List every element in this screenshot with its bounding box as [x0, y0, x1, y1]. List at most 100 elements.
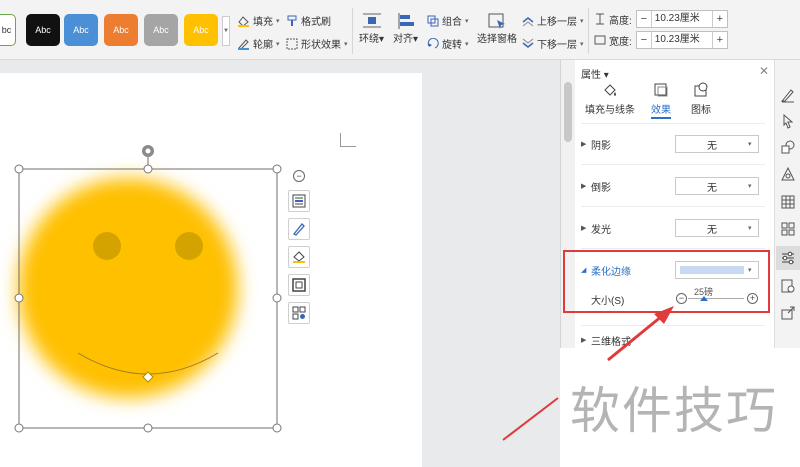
- shadow-label: 阴影: [591, 140, 611, 152]
- format-painter-label: 格式刷: [301, 17, 331, 28]
- close-icon[interactable]: ✕: [759, 64, 769, 78]
- height-decrease-button[interactable]: −: [637, 11, 651, 27]
- height-stepper[interactable]: − 10.23厘米 +: [635, 10, 728, 28]
- frame-quick-button[interactable]: [288, 274, 310, 296]
- design-icon[interactable]: [780, 166, 796, 182]
- frame-icon: [292, 278, 306, 292]
- width-decrease-button[interactable]: −: [637, 32, 651, 48]
- share-icon[interactable]: [780, 305, 796, 321]
- shape-style-swatch[interactable]: Abc: [184, 14, 218, 46]
- bring-forward-icon: [522, 16, 534, 26]
- outline-button[interactable]: 轮廓 ▾: [237, 36, 280, 51]
- bring-forward-button[interactable]: 上移一层 ▾: [522, 13, 584, 28]
- glow-value: 无: [707, 224, 717, 236]
- layout-options-icon: [292, 194, 306, 208]
- shape-effect-icon: [654, 83, 668, 97]
- resize-handle-w[interactable]: [14, 293, 24, 303]
- properties-rail-button[interactable]: [776, 246, 800, 270]
- fill-label: 填充: [253, 17, 273, 28]
- height-icon: [596, 13, 604, 25]
- tabs-divider: [581, 123, 765, 124]
- resize-handle-nw[interactable]: [14, 164, 24, 174]
- row-divider: [581, 248, 765, 249]
- 3d-format-row[interactable]: ▶ 三维格式: [581, 330, 761, 350]
- smiley-face[interactable]: [18, 178, 238, 398]
- group-icon: [427, 15, 439, 26]
- send-backward-button[interactable]: 下移一层 ▾: [522, 36, 584, 51]
- shape-style-swatch[interactable]: bc: [0, 14, 16, 46]
- text-wrap-icon: [362, 13, 381, 28]
- width-input[interactable]: 10.23厘米: [650, 32, 713, 48]
- bring-forward-label: 上移一层: [537, 17, 577, 28]
- tab-icon[interactable]: 图标: [691, 82, 711, 116]
- height-label: 高度:: [609, 15, 632, 27]
- resources-icon[interactable]: [780, 278, 796, 294]
- height-input[interactable]: 10.23厘米: [650, 11, 713, 27]
- format-painter-icon: [287, 15, 297, 26]
- shape-icon: [694, 82, 708, 97]
- effects-grid-icon: [292, 306, 306, 320]
- pen-outline-icon: [238, 38, 249, 50]
- resize-handle-se[interactable]: [272, 423, 282, 433]
- height-increase-button[interactable]: +: [713, 11, 727, 27]
- 3d-format-label: 三维格式: [591, 336, 631, 348]
- width-control: 宽度: − 10.23厘米 +: [594, 31, 728, 49]
- reflection-value: 无: [707, 182, 717, 194]
- shape-effects-button[interactable]: 形状效果 ▾: [286, 36, 348, 51]
- width-increase-button[interactable]: +: [713, 32, 727, 48]
- pencil-icon: [292, 223, 305, 236]
- resize-handle-e[interactable]: [272, 293, 282, 303]
- shape-style-swatch[interactable]: Abc: [144, 14, 178, 46]
- selection-pane-icon: [488, 13, 505, 29]
- tab-effects[interactable]: 效果: [651, 82, 671, 119]
- toolbar-divider: [588, 8, 589, 54]
- rotate-button[interactable]: 旋转 ▾: [427, 36, 469, 51]
- shape-style-swatch[interactable]: Abc: [26, 14, 60, 46]
- align-icon: [398, 13, 414, 29]
- smiley-shape-layer: [14, 145, 282, 433]
- outline-quick-button[interactable]: [288, 218, 310, 240]
- resize-handle-n[interactable]: [143, 164, 153, 174]
- smiley-left-eye: [93, 232, 121, 260]
- table-icon[interactable]: [780, 194, 796, 210]
- chevron-down-icon: ▾: [748, 141, 752, 148]
- glow-select[interactable]: 无 ▾: [675, 219, 759, 237]
- select-cursor-icon[interactable]: [780, 113, 796, 129]
- ribbon-toolbar: bc Abc Abc Abc Abc Abc ▼ 填充 ▾ 格式刷 轮廓 ▾ 形状效果 ▾ 环绕…: [0, 0, 800, 60]
- chevron-down-icon: ▾: [748, 225, 752, 232]
- width-stepper[interactable]: − 10.23厘米 +: [635, 31, 728, 49]
- fill-button[interactable]: 填充 ▾: [237, 13, 280, 28]
- height-control: 高度: − 10.23厘米 +: [594, 10, 728, 28]
- style-gallery-more-button[interactable]: ▼: [222, 16, 230, 46]
- paint-bucket-icon: [604, 84, 616, 96]
- pen-icon[interactable]: [780, 87, 796, 103]
- selection-pane-label: 选择窗格: [477, 34, 517, 45]
- shape-style-swatch[interactable]: Abc: [64, 14, 98, 46]
- resize-handle-s[interactable]: [143, 423, 153, 433]
- reflection-select[interactable]: 无 ▾: [675, 177, 759, 195]
- resize-handle-sw[interactable]: [14, 423, 24, 433]
- align-button[interactable]: 对齐▾: [393, 12, 418, 45]
- grid-apps-icon[interactable]: [780, 221, 796, 237]
- rotation-handle[interactable]: [142, 145, 154, 157]
- group-button[interactable]: 组合 ▾: [427, 13, 469, 28]
- format-painter-button[interactable]: 格式刷: [286, 13, 331, 28]
- more-effects-button[interactable]: [288, 302, 310, 324]
- shape-effects-label: 形状效果: [301, 40, 341, 51]
- resize-handle-ne[interactable]: [272, 164, 282, 174]
- row-divider: [581, 164, 765, 165]
- panel-title[interactable]: 属性 ▾: [581, 66, 609, 81]
- slide[interactable]: −: [0, 73, 422, 467]
- layout-options-button[interactable]: [288, 190, 310, 212]
- tab-fill-and-line[interactable]: 填充与线条: [585, 82, 635, 116]
- wrap-button[interactable]: 环绕▾: [359, 12, 384, 45]
- shadow-select[interactable]: 无 ▾: [675, 135, 759, 153]
- shapes-icon[interactable]: [780, 139, 796, 155]
- sliders-icon: [782, 251, 794, 265]
- glow-label: 发光: [591, 224, 611, 236]
- shape-style-swatch[interactable]: Abc: [104, 14, 138, 46]
- fill-quick-button[interactable]: [288, 246, 310, 268]
- shadow-value: 无: [707, 140, 717, 152]
- selection-pane-button[interactable]: 选择窗格: [477, 12, 517, 45]
- collapse-toolbar-button[interactable]: −: [293, 170, 305, 182]
